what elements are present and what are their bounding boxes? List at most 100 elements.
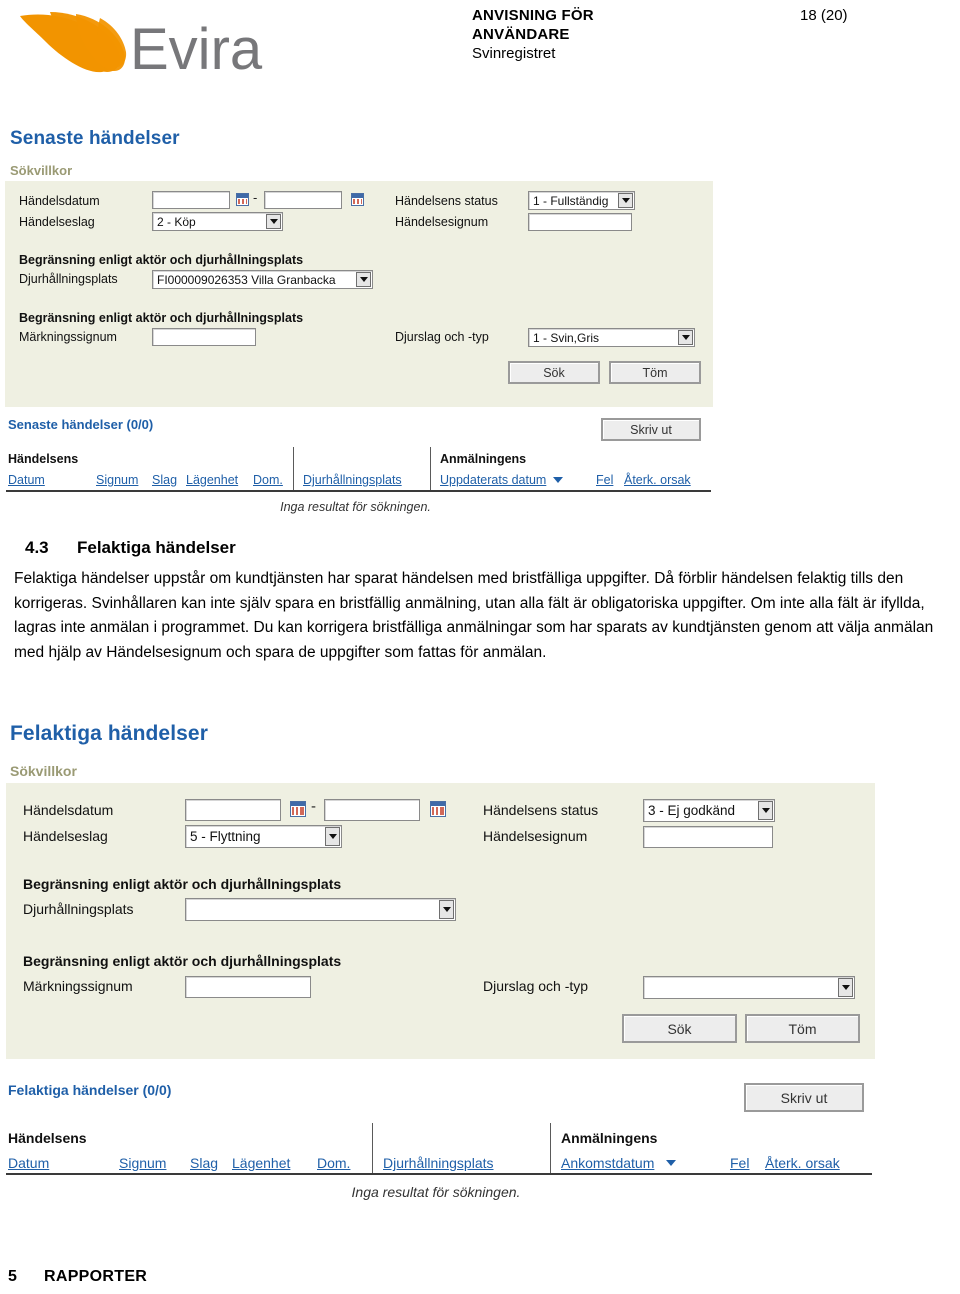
status-select[interactable]: 1 - Fullständig xyxy=(528,191,635,210)
signum-input[interactable] xyxy=(528,213,632,231)
chevron-down-icon[interactable] xyxy=(838,978,853,997)
search-button[interactable]: Sök xyxy=(622,1014,737,1043)
status-select-value: 1 - Fullständig xyxy=(533,193,609,208)
field-label-marking: Märkningssignum xyxy=(19,330,117,344)
svg-text:Evira: Evira xyxy=(130,17,263,82)
calendar-icon[interactable] xyxy=(430,801,446,817)
table-header-rule xyxy=(6,490,711,492)
column-uppdaterats-datum[interactable]: Uppdaterats datum xyxy=(440,473,546,487)
section-title: Felaktiga händelser xyxy=(77,538,236,557)
column-dom[interactable]: Dom. xyxy=(253,473,283,487)
screenshot-senaste-handelser: Senaste händelser Sökvillkor Händelsdatu… xyxy=(0,125,730,520)
column-ankomstdatum[interactable]: Ankomstdatum xyxy=(561,1155,654,1171)
species-select[interactable] xyxy=(643,976,855,999)
column-datum[interactable]: Datum xyxy=(8,473,45,487)
column-signum[interactable]: Signum xyxy=(96,473,138,487)
event-type-select-value: 2 - Köp xyxy=(157,214,196,229)
species-select[interactable]: 1 - Svin,Gris xyxy=(528,328,695,347)
column-slag[interactable]: Slag xyxy=(152,473,177,487)
sort-descending-icon[interactable] xyxy=(553,477,563,483)
column-divider xyxy=(550,1123,551,1173)
print-button[interactable]: Skriv ut xyxy=(744,1083,864,1112)
date-range-separator: - xyxy=(253,190,258,205)
column-datum[interactable]: Datum xyxy=(8,1155,49,1171)
doc-title-line1: ANVISNING FÖR xyxy=(472,7,594,24)
footer-heading: 5 RAPPORTER xyxy=(8,1268,147,1286)
date-to-input[interactable] xyxy=(324,799,420,821)
column-divider xyxy=(430,447,431,491)
field-label-event-type: Händelseslag xyxy=(19,215,95,229)
field-label-marking: Märkningssignum xyxy=(23,978,133,994)
column-djurhallningsplats[interactable]: Djurhållningsplats xyxy=(303,473,402,487)
column-signum[interactable]: Signum xyxy=(119,1155,166,1171)
document-title: ANVISNING FÖR ANVÄNDARE Svinregistret xyxy=(472,6,712,63)
chevron-down-icon[interactable] xyxy=(758,801,773,820)
field-label-date: Händelsdatum xyxy=(19,194,100,208)
calendar-icon[interactable] xyxy=(351,193,364,206)
clear-button[interactable]: Töm xyxy=(609,361,701,384)
chevron-down-icon[interactable] xyxy=(439,900,454,919)
screen-title: Senaste händelser xyxy=(10,128,180,149)
section-body-text: Felaktiga händelser uppstår om kundtjäns… xyxy=(14,570,934,661)
column-aterk-orsak[interactable]: Återk. orsak xyxy=(765,1155,840,1171)
signum-input[interactable] xyxy=(643,826,773,848)
empty-results-message: Inga resultat för sökningen. xyxy=(280,500,431,514)
sort-descending-icon[interactable] xyxy=(666,1160,676,1166)
status-select-value: 3 - Ej godkänd xyxy=(648,803,736,818)
column-aterk-orsak[interactable]: Återk. orsak xyxy=(624,473,691,487)
page-number: 18 (20) xyxy=(800,7,848,24)
column-lagenhet[interactable]: Lägenhet xyxy=(186,473,238,487)
field-label-signum: Händelsesignum xyxy=(483,828,588,844)
chevron-down-icon[interactable] xyxy=(325,827,340,846)
field-label-event-type: Händelseslag xyxy=(23,828,108,844)
event-type-select[interactable]: 5 - Flyttning xyxy=(185,825,342,848)
column-slag[interactable]: Slag xyxy=(190,1155,218,1171)
date-range-separator: - xyxy=(311,798,316,815)
marking-input[interactable] xyxy=(185,976,311,998)
status-select[interactable]: 3 - Ej godkänd xyxy=(643,799,775,822)
column-djurhallningsplats[interactable]: Djurhållningsplats xyxy=(383,1155,494,1171)
marking-input[interactable] xyxy=(152,328,256,346)
print-button[interactable]: Skriv ut xyxy=(601,418,701,441)
date-from-input[interactable] xyxy=(185,799,281,821)
calendar-icon[interactable] xyxy=(236,193,249,206)
search-panel: Händelsdatum - Händelsens status 1 - Ful… xyxy=(5,181,713,407)
field-label-holding: Djurhållningsplats xyxy=(19,272,118,286)
section-number: 4.3 xyxy=(25,538,49,557)
field-label-species: Djurslag och -typ xyxy=(395,330,489,344)
limit-legend-2: Begränsning enligt aktör och djurhållnin… xyxy=(23,953,342,969)
doc-subtitle: Svinregistret xyxy=(472,45,556,62)
footer-section-title: RAPPORTER xyxy=(44,1268,148,1285)
search-button[interactable]: Sök xyxy=(508,361,600,384)
holding-select[interactable] xyxy=(185,898,456,921)
field-label-species: Djurslag och -typ xyxy=(483,978,589,994)
chevron-down-icon[interactable] xyxy=(678,330,693,345)
column-dom[interactable]: Dom. xyxy=(317,1155,350,1171)
event-type-select[interactable]: 2 - Köp xyxy=(152,212,283,231)
column-fel[interactable]: Fel xyxy=(730,1155,749,1171)
column-group-anmalningens: Anmälningens xyxy=(440,452,527,466)
field-label-status: Händelsens status xyxy=(395,194,498,208)
empty-results-message: Inga resultat för sökningen. xyxy=(351,1184,521,1200)
chevron-down-icon[interactable] xyxy=(618,193,633,208)
calendar-icon[interactable] xyxy=(290,801,306,817)
column-divider xyxy=(372,1123,373,1173)
doc-title-line2: ANVÄNDARE xyxy=(472,26,570,43)
clear-button[interactable]: Töm xyxy=(745,1014,860,1043)
footer-section-number: 5 xyxy=(8,1268,17,1285)
event-type-select-value: 5 - Flyttning xyxy=(190,829,261,844)
results-title: Felaktiga händelser (0/0) xyxy=(8,1082,172,1098)
column-group-handelsens: Händelsens xyxy=(8,1130,87,1146)
holding-select[interactable]: FI000009026353 Villa Granbacka xyxy=(152,270,373,289)
date-to-input[interactable] xyxy=(264,191,342,209)
column-lagenhet[interactable]: Lägenhet xyxy=(232,1155,290,1171)
species-select-value: 1 - Svin,Gris xyxy=(533,330,600,345)
limit-legend-1: Begränsning enligt aktör och djurhållnin… xyxy=(19,253,304,267)
screen-title: Felaktiga händelser xyxy=(10,722,208,745)
chevron-down-icon[interactable] xyxy=(356,272,371,287)
chevron-down-icon[interactable] xyxy=(266,214,281,229)
results-title: Senaste händelser (0/0) xyxy=(8,417,154,432)
section-heading: 4.3 Felaktiga händelser xyxy=(25,538,725,558)
date-from-input[interactable] xyxy=(152,191,230,209)
column-fel[interactable]: Fel xyxy=(596,473,613,487)
